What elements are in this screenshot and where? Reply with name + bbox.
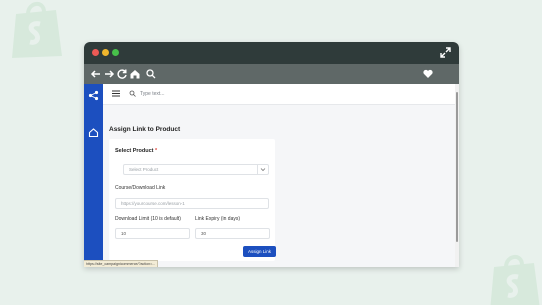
chevron-down-icon bbox=[257, 165, 266, 174]
app-logo-icon[interactable] bbox=[88, 90, 99, 101]
window-titlebar bbox=[84, 42, 459, 64]
page-title: Assign Link to Product bbox=[109, 126, 181, 133]
link-expiry-label: Link Expiry (in days) bbox=[195, 216, 241, 222]
minimize-window-button[interactable] bbox=[102, 49, 109, 56]
page-scrollbar[interactable] bbox=[455, 84, 459, 267]
forward-arrow-icon[interactable] bbox=[103, 68, 115, 80]
scrollbar-thumb[interactable] bbox=[456, 92, 458, 242]
menu-toggle-icon[interactable] bbox=[112, 90, 120, 97]
search-icon[interactable] bbox=[145, 68, 157, 80]
search-icon bbox=[129, 90, 136, 97]
required-marker: * bbox=[155, 148, 158, 154]
link-expiry-input[interactable]: 30 bbox=[195, 228, 270, 239]
select-product-label: Select Product * bbox=[115, 148, 158, 154]
shopify-bag-logo-icon bbox=[490, 255, 540, 305]
shopify-bag-logo-icon bbox=[12, 2, 62, 58]
download-limit-input[interactable]: 10 bbox=[115, 228, 190, 239]
main-content: Assign Link to Product Select Product * … bbox=[103, 105, 455, 267]
browser-window: Type text... Assign Link to Product Sele… bbox=[84, 42, 459, 267]
browser-navbar bbox=[84, 64, 459, 84]
download-limit-label: Download Limit (10 is default) bbox=[115, 216, 181, 222]
search-input[interactable]: Type text... bbox=[140, 90, 164, 98]
course-link-input[interactable]: https://yourcourse.com/lesson-1 bbox=[115, 198, 269, 209]
dashboard-home-icon[interactable] bbox=[88, 127, 99, 138]
assign-link-button[interactable]: Assign Link bbox=[243, 246, 276, 257]
product-select-value: Select Product bbox=[129, 167, 159, 172]
reload-icon[interactable] bbox=[116, 68, 128, 80]
heart-icon[interactable] bbox=[422, 68, 434, 80]
assign-link-form-card: Select Product * Select Product Course/D… bbox=[109, 139, 276, 261]
maximize-window-button[interactable] bbox=[112, 49, 119, 56]
app-sidebar bbox=[84, 84, 103, 267]
course-link-label: Course/Download Link bbox=[115, 185, 166, 191]
back-arrow-icon[interactable] bbox=[90, 68, 102, 80]
expand-icon[interactable] bbox=[440, 47, 451, 58]
home-icon[interactable] bbox=[129, 68, 141, 80]
app-topbar: Type text... bbox=[103, 84, 455, 105]
product-select[interactable]: Select Product bbox=[123, 164, 269, 175]
status-url-bar: https://site_campaignicommerce/?action=.… bbox=[84, 260, 159, 267]
close-window-button[interactable] bbox=[92, 49, 99, 56]
